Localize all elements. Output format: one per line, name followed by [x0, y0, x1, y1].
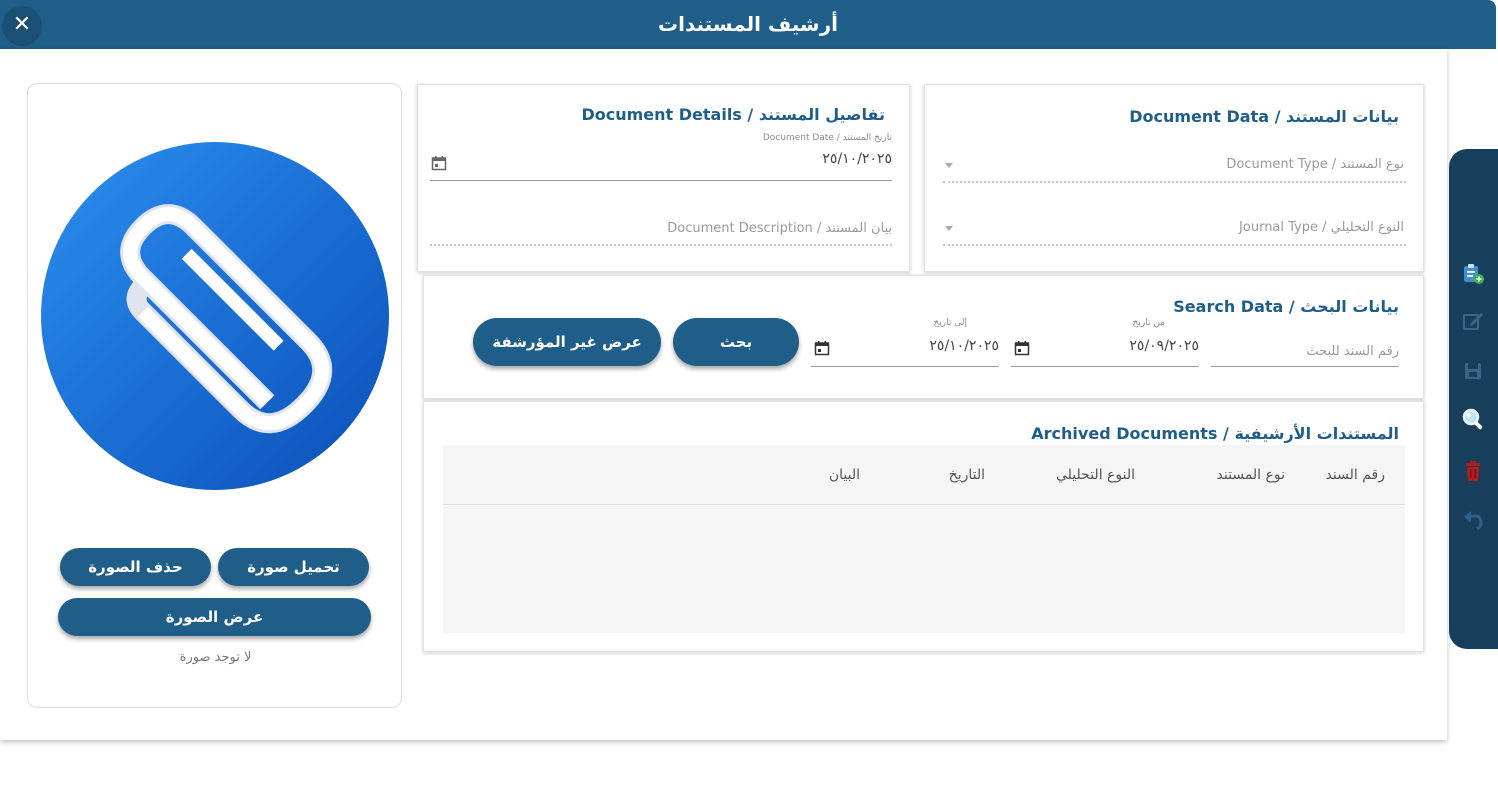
- document-details-title: تفاصيل المستند / Document Details: [581, 105, 885, 124]
- chevron-down-icon: [945, 226, 953, 231]
- journal-type-select[interactable]: النوع التحليلي / Journal Type: [943, 209, 1406, 249]
- close-icon: ✕: [12, 12, 32, 37]
- delete-icon[interactable]: [1461, 459, 1485, 483]
- document-type-placeholder: نوع المستند / Document Type: [1226, 157, 1404, 172]
- archived-table-body: [443, 506, 1405, 633]
- document-type-select[interactable]: نوع المستند / Document Type: [943, 145, 1406, 185]
- action-toolbar: [1449, 149, 1498, 649]
- close-button[interactable]: ✕: [2, 6, 42, 46]
- upload-image-button[interactable]: تحميل صورة: [218, 548, 369, 586]
- search-icon[interactable]: [1461, 407, 1485, 431]
- column-header-journal-type[interactable]: النوع التحليلي: [1056, 467, 1135, 483]
- column-header-doc-type[interactable]: نوع المستند: [1217, 467, 1285, 483]
- to-date-value: ٢٥/١٠/٢٠٢٥: [929, 338, 999, 354]
- from-date-label: من تاريخ: [1132, 318, 1165, 328]
- document-description-underline: [430, 244, 892, 246]
- document-date-field[interactable]: تاريخ المستند / Document Date ٢٥/١٠/٢٠٢٥: [430, 131, 892, 183]
- save-icon[interactable]: [1461, 359, 1485, 383]
- calendar-icon[interactable]: [431, 155, 447, 171]
- no-image-text: لا توجد صورة: [179, 650, 252, 665]
- document-type-underline: [943, 181, 1406, 183]
- to-date-label: إلى تاريخ: [933, 318, 967, 328]
- calendar-icon[interactable]: [814, 340, 830, 356]
- add-document-icon[interactable]: [1461, 261, 1485, 285]
- view-image-button[interactable]: عرض الصورة: [58, 598, 371, 636]
- search-data-card: بيانات البحث / Search Data رقم السند للب…: [423, 275, 1424, 399]
- document-description-placeholder: بيان المستند / Document Description: [667, 221, 892, 236]
- image-panel: تحميل صورة حذف الصورة عرض الصورة لا توجد…: [27, 83, 402, 708]
- doc-number-underline: [1211, 366, 1399, 367]
- document-date-label: تاريخ المستند / Document Date: [762, 133, 892, 143]
- column-header-description[interactable]: البيان: [829, 467, 860, 483]
- show-unarchived-button[interactable]: عرض غير المؤرشفة: [473, 318, 661, 366]
- window-titlebar: أرشيف المستندات ✕: [0, 0, 1496, 49]
- from-date-field[interactable]: من تاريخ ٢٥/٠٩/٢٠٢٥: [1011, 316, 1199, 368]
- calendar-icon[interactable]: [1014, 340, 1030, 356]
- document-data-card: بيانات المستند / Document Data نوع المست…: [924, 84, 1424, 272]
- from-date-underline: [1011, 366, 1199, 367]
- doc-number-placeholder: رقم السند للبحث: [1306, 344, 1399, 359]
- doc-number-search-input[interactable]: رقم السند للبحث: [1211, 332, 1399, 368]
- paperclip-icon: [41, 142, 389, 490]
- column-header-doc-number[interactable]: رقم السند: [1326, 467, 1385, 483]
- document-details-card: تفاصيل المستند / Document Details تاريخ …: [417, 84, 910, 272]
- search-button[interactable]: بحث: [673, 318, 799, 366]
- chevron-down-icon: [945, 163, 953, 168]
- document-date-underline: [430, 180, 892, 181]
- to-date-field[interactable]: إلى تاريخ ٢٥/١٠/٢٠٢٥: [811, 316, 999, 368]
- journal-type-placeholder: النوع التحليلي / Journal Type: [1239, 220, 1404, 235]
- main-panel: تحميل صورة حذف الصورة عرض الصورة لا توجد…: [0, 49, 1447, 740]
- archived-table-header: رقم السند نوع المستند النوع التحليلي الت…: [443, 445, 1405, 505]
- archived-documents-title: المستندات الأرشيفية / Archived Documents: [1031, 424, 1399, 443]
- document-data-title: بيانات المستند / Document Data: [1129, 107, 1399, 126]
- column-header-date[interactable]: التاريخ: [949, 467, 985, 483]
- journal-type-underline: [943, 244, 1406, 246]
- edit-icon[interactable]: [1461, 309, 1485, 333]
- delete-image-button[interactable]: حذف الصورة: [60, 548, 211, 586]
- undo-icon[interactable]: [1461, 507, 1485, 531]
- from-date-value: ٢٥/٠٩/٢٠٢٥: [1129, 338, 1199, 354]
- document-description-field[interactable]: بيان المستند / Document Description: [430, 209, 892, 249]
- document-date-value: ٢٥/١٠/٢٠٢٥: [822, 151, 892, 167]
- to-date-underline: [811, 366, 999, 367]
- window-title: أرشيف المستندات: [658, 12, 838, 36]
- search-data-title: بيانات البحث / Search Data: [1173, 297, 1399, 316]
- archived-documents-card: المستندات الأرشيفية / Archived Documents…: [423, 401, 1424, 652]
